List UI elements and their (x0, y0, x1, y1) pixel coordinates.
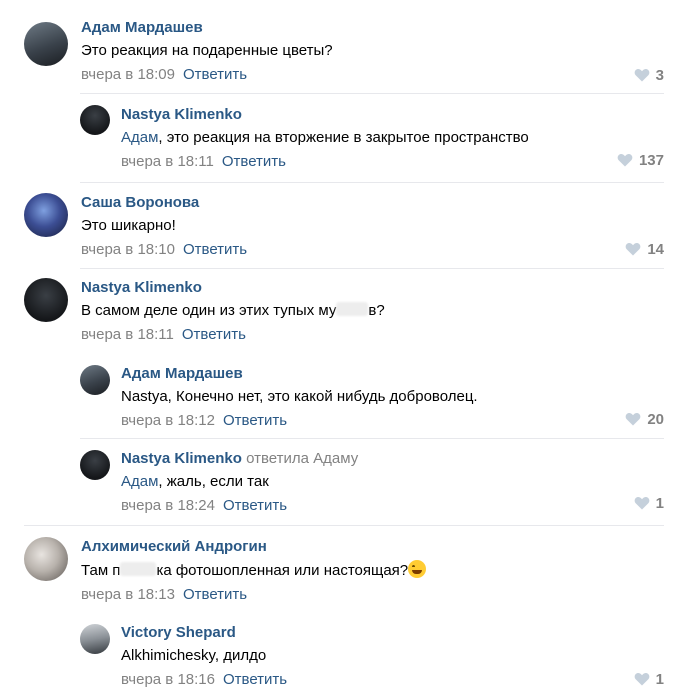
heart-icon (625, 413, 641, 426)
comment-meta: вчера в 18:11 Ответить (121, 152, 664, 172)
comment-reply: Адам Мардашев Nastya, Конечно нет, это к… (80, 353, 664, 439)
comment-meta: вчера в 18:10 Ответить (81, 240, 664, 260)
author-name[interactable]: Адам Мардашев (81, 18, 664, 38)
like-count: 14 (647, 240, 664, 258)
heart-icon (634, 69, 650, 82)
reply-button[interactable]: Ответить (223, 671, 287, 688)
comment: Алхимический Андрогин Там п ка фотошоплен… (24, 526, 664, 612)
comment-time[interactable]: вчера в 18:11 (121, 153, 214, 170)
comment-reply: Victory Shepard Alkhimichesky, дилдо вче… (80, 612, 664, 695)
tears-of-joy-emoji-icon (408, 560, 427, 578)
avatar[interactable] (80, 450, 110, 480)
avatar[interactable] (24, 537, 68, 581)
like-count: 3 (655, 66, 664, 84)
replied-label: ответила (246, 450, 309, 467)
author-name[interactable]: Nastya Klimenko (121, 105, 664, 125)
author-name[interactable]: Nastya Klimenko (81, 278, 664, 298)
like-button[interactable]: 14 (625, 239, 664, 259)
comment-time[interactable]: вчера в 18:11 (81, 326, 174, 343)
comment-reply: Nastya Klimenko Адам, это реакция на вто… (80, 94, 664, 183)
reply-button[interactable]: Ответить (183, 66, 247, 83)
author-name[interactable]: Victory Shepard (121, 623, 664, 643)
comment-time[interactable]: вчера в 18:16 (121, 671, 215, 688)
comment-time[interactable]: вчера в 18:24 (121, 497, 215, 514)
comment-reply: Nastya Klimenko ответила Адаму Адам, жал… (24, 439, 664, 526)
censored-text (120, 562, 157, 576)
avatar[interactable] (80, 365, 110, 395)
author-name: Nastya Klimenko ответила Адаму (121, 449, 664, 469)
reply-button[interactable]: Ответить (183, 241, 247, 258)
author-name[interactable]: Адам Мардашев (121, 364, 664, 384)
censored-text (336, 302, 369, 316)
comment-meta: вчера в 18:09 Ответить (81, 65, 664, 85)
comment-body: Nastya Klimenko ответила Адаму Адам, жал… (121, 449, 664, 516)
comment-body: Nastya Klimenko Адам, это реакция на вто… (121, 105, 664, 172)
like-button[interactable]: 3 (634, 65, 664, 85)
comment-meta: вчера в 18:11 Ответить (81, 325, 664, 345)
comment-text: Адам, жаль, если так (121, 473, 269, 490)
comment: Nastya Klimenko В самом деле один из эти… (24, 269, 664, 353)
like-button[interactable]: 1 (634, 493, 664, 513)
comment-time[interactable]: вчера в 18:09 (81, 66, 175, 83)
avatar[interactable] (80, 624, 110, 654)
comment: Саша Воронова Это шикарно! вчера в 18:10… (24, 183, 664, 269)
author-name[interactable]: Алхимический Андрогин (81, 537, 664, 557)
reply-button[interactable]: Ответить (182, 326, 246, 343)
reply-button[interactable]: Ответить (223, 412, 287, 429)
comment: Адам Мардашев Это реакция на подаренные … (24, 10, 664, 94)
author-link[interactable]: Nastya Klimenko (121, 450, 242, 467)
comment-body: Адам Мардашев Nastya, Конечно нет, это к… (121, 364, 664, 431)
comment-body: Victory Shepard Alkhimichesky, дилдо вче… (121, 623, 664, 690)
like-count: 1 (655, 670, 664, 688)
reply-button[interactable]: Ответить (222, 153, 286, 170)
avatar[interactable] (24, 193, 68, 237)
like-count: 137 (638, 151, 664, 169)
comment-text: Это шикарно! (81, 217, 176, 234)
mention-link[interactable]: Адам (121, 473, 158, 490)
comment-text: Адам, это реакция на вторжение в закрыто… (121, 129, 529, 146)
heart-icon (634, 673, 650, 686)
comment-meta: вчера в 18:24 Ответить (121, 496, 664, 516)
comment-text: Там п ка фотошопленная или настоящая? (81, 560, 664, 581)
heart-icon (634, 497, 650, 510)
comment-meta: вчера в 18:13 Ответить (81, 585, 664, 605)
comment-body: Алхимический Андрогин Там п ка фотошоплен… (81, 537, 664, 605)
comment-time[interactable]: вчера в 18:13 (81, 586, 175, 603)
comment-text: Alkhimichesky, дилдо (121, 647, 267, 664)
comment-text: Nastya, Конечно нет, это какой нибудь до… (121, 388, 478, 405)
avatar[interactable] (24, 278, 68, 322)
comment-meta: вчера в 18:12 Ответить (121, 411, 664, 431)
heart-icon (625, 243, 641, 256)
comment-time[interactable]: вчера в 18:10 (81, 241, 175, 258)
comment-text: Это реакция на подаренные цветы? (81, 42, 333, 59)
like-count: 1 (655, 494, 664, 512)
comment-time[interactable]: вчера в 18:12 (121, 412, 215, 429)
like-button[interactable]: 1 (634, 669, 664, 689)
comment-text: В самом деле один из этих тупых му в? (81, 302, 385, 319)
heart-icon (617, 154, 633, 167)
author-name[interactable]: Саша Воронова (81, 193, 664, 213)
replied-to-link[interactable]: Адаму (313, 450, 358, 467)
avatar[interactable] (80, 105, 110, 135)
reply-button[interactable]: Ответить (223, 497, 287, 514)
avatar[interactable] (24, 22, 68, 66)
reply-button[interactable]: Ответить (183, 586, 247, 603)
comment-body: Саша Воронова Это шикарно! вчера в 18:10… (81, 193, 664, 260)
like-count: 20 (647, 410, 664, 428)
mention-link[interactable]: Адам (121, 129, 158, 146)
comment-meta: вчера в 18:16 Ответить (121, 670, 664, 690)
comment-body: Адам Мардашев Это реакция на подаренные … (81, 18, 664, 85)
like-button[interactable]: 20 (625, 409, 664, 429)
comment-body: Nastya Klimenko В самом деле один из эти… (81, 278, 664, 345)
like-button[interactable]: 137 (617, 150, 664, 170)
